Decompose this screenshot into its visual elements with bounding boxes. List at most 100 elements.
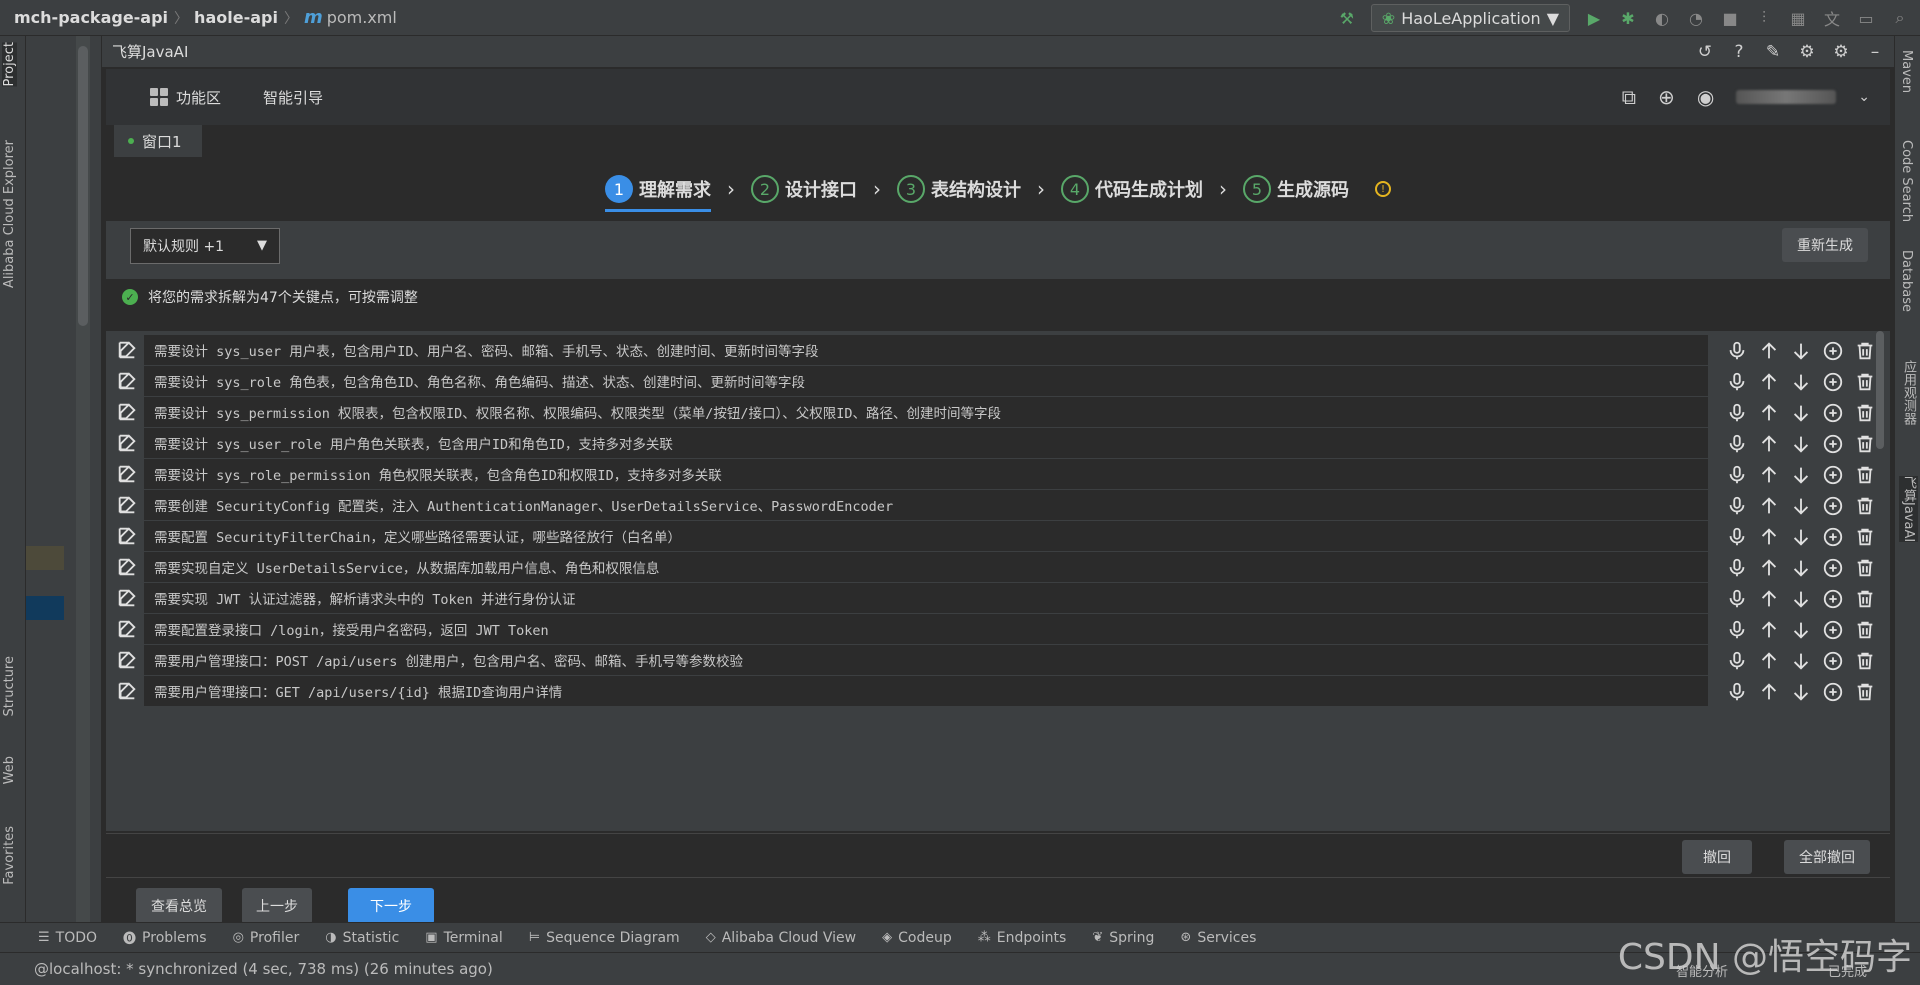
breadcrumb-project[interactable]: mch-package-api: [14, 8, 168, 27]
trash-icon[interactable]: [1852, 648, 1878, 674]
add-circle-icon[interactable]: [1820, 617, 1846, 643]
trash-icon[interactable]: [1852, 555, 1878, 581]
tool-tab-app-observer[interactable]: 应用观测器: [1899, 360, 1918, 425]
tool-tab-favorites[interactable]: Favorites: [2, 826, 17, 885]
edit-icon[interactable]: ✎: [1762, 41, 1784, 63]
trash-icon[interactable]: [1852, 338, 1878, 364]
move-down-icon[interactable]: [1788, 617, 1814, 643]
trash-icon[interactable]: [1852, 586, 1878, 612]
requirement-text[interactable]: 需要设计 sys_role_permission 角色权限关联表，包含角色ID和…: [144, 459, 1708, 489]
new-window-icon[interactable]: ⧉: [1622, 85, 1636, 109]
requirement-text[interactable]: 需要用户管理接口：POST /api/users 创建用户，包含用户名、密码、邮…: [144, 645, 1708, 675]
scrollbar-thumb[interactable]: [78, 46, 88, 326]
add-circle-icon[interactable]: [1820, 555, 1846, 581]
breadcrumb-file[interactable]: m pom.xml: [304, 7, 397, 28]
trash-icon[interactable]: [1852, 493, 1878, 519]
user-avatar-icon[interactable]: ◉: [1697, 85, 1714, 109]
tool-window-codeup[interactable]: ◈ Codeup: [882, 930, 952, 946]
move-up-icon[interactable]: [1756, 462, 1782, 488]
tool-window-problems[interactable]: ⓿ Problems: [123, 928, 207, 948]
edit-icon[interactable]: [116, 401, 138, 423]
microphone-icon[interactable]: [1724, 648, 1750, 674]
trash-icon[interactable]: [1852, 524, 1878, 550]
list-scrollbar[interactable]: [1876, 331, 1884, 831]
rule-selector[interactable]: 默认规则 +1 ▼: [130, 228, 280, 264]
tool-window-statistic[interactable]: ◑ Statistic: [325, 930, 399, 946]
regenerate-button[interactable]: 重新生成: [1782, 228, 1868, 262]
tool-tab-database[interactable]: Database: [1899, 250, 1914, 312]
info-icon[interactable]: !: [1375, 181, 1391, 197]
microphone-icon[interactable]: [1724, 617, 1750, 643]
add-circle-icon[interactable]: [1820, 586, 1846, 612]
move-down-icon[interactable]: [1788, 493, 1814, 519]
trash-icon[interactable]: [1852, 431, 1878, 457]
edit-icon[interactable]: [116, 339, 138, 361]
move-down-icon[interactable]: [1788, 679, 1814, 705]
edit-icon[interactable]: [116, 494, 138, 516]
microphone-icon[interactable]: [1724, 679, 1750, 705]
guide-tab[interactable]: 智能引导: [263, 87, 323, 108]
move-up-icon[interactable]: [1756, 524, 1782, 550]
run-config-selector[interactable]: ❀ HaoLeApplication ▼: [1370, 4, 1570, 32]
layout-icon[interactable]: ▭: [1856, 8, 1876, 28]
move-up-icon[interactable]: [1756, 369, 1782, 395]
build-hammer-icon[interactable]: ⚒: [1337, 8, 1357, 28]
move-up-icon[interactable]: [1756, 400, 1782, 426]
requirement-text[interactable]: 需要创建 SecurityConfig 配置类，注入 Authenticatio…: [144, 490, 1708, 520]
move-down-icon[interactable]: [1788, 400, 1814, 426]
move-down-icon[interactable]: [1788, 555, 1814, 581]
tool-tab-maven[interactable]: Maven: [1899, 50, 1914, 93]
tool-tab-structure[interactable]: Structure: [2, 656, 17, 716]
window-tab-1[interactable]: 窗口1: [114, 125, 202, 157]
edit-icon[interactable]: [116, 463, 138, 485]
undo-all-button[interactable]: 全部撤回: [1784, 840, 1870, 874]
trash-icon[interactable]: [1852, 617, 1878, 643]
settings-icon[interactable]: ⚙: [1796, 41, 1818, 63]
microphone-icon[interactable]: [1724, 338, 1750, 364]
translate-icon[interactable]: 文: [1822, 8, 1842, 29]
step-understand[interactable]: 1 理解需求: [605, 166, 711, 212]
run-icon[interactable]: ▶: [1584, 8, 1604, 28]
tool-tab-code-search[interactable]: Code Search: [1899, 140, 1914, 222]
microphone-icon[interactable]: [1724, 555, 1750, 581]
add-circle-icon[interactable]: [1820, 338, 1846, 364]
tool-window-alibaba-cloud-view[interactable]: ◇ Alibaba Cloud View: [706, 930, 856, 946]
tool-tab-feisuan-javaai[interactable]: 飞算JavaAI: [1899, 476, 1918, 543]
edit-icon[interactable]: [116, 556, 138, 578]
edit-icon[interactable]: [116, 680, 138, 702]
move-up-icon[interactable]: [1756, 555, 1782, 581]
add-circle-icon[interactable]: [1820, 679, 1846, 705]
requirement-text[interactable]: 需要配置 SecurityFilterChain，定义哪些路径需要认证，哪些路径…: [144, 521, 1708, 551]
tool-window-endpoints[interactable]: ⁂ Endpoints: [978, 930, 1067, 946]
history-icon[interactable]: ↺: [1694, 41, 1716, 63]
edit-icon[interactable]: [116, 587, 138, 609]
trash-icon[interactable]: [1852, 462, 1878, 488]
prev-button[interactable]: 上一步: [242, 888, 312, 924]
move-up-icon[interactable]: [1756, 586, 1782, 612]
trash-icon[interactable]: [1852, 400, 1878, 426]
tool-tab-project[interactable]: Project: [2, 42, 17, 87]
add-circle-icon[interactable]: [1820, 524, 1846, 550]
microphone-icon[interactable]: [1724, 462, 1750, 488]
tool-window-todo[interactable]: ☰ TODO: [38, 930, 97, 946]
microphone-icon[interactable]: [1724, 369, 1750, 395]
attach-icon[interactable]: ⫶: [1754, 8, 1774, 28]
search-icon[interactable]: ⌕: [1890, 8, 1910, 28]
move-up-icon[interactable]: [1756, 431, 1782, 457]
step-table-design[interactable]: 3 表结构设计: [897, 166, 1021, 212]
stop-icon[interactable]: ■: [1720, 8, 1740, 28]
edit-icon[interactable]: [116, 525, 138, 547]
microphone-icon[interactable]: [1724, 586, 1750, 612]
project-structure-icon[interactable]: ▦: [1788, 8, 1808, 28]
debug-icon[interactable]: ✱: [1618, 8, 1638, 28]
move-up-icon[interactable]: [1756, 617, 1782, 643]
help-icon[interactable]: ?: [1728, 41, 1750, 63]
tool-tab-alibaba-cloud-explorer[interactable]: Alibaba Cloud Explorer: [2, 140, 17, 288]
move-down-icon[interactable]: [1788, 648, 1814, 674]
project-scrollbar[interactable]: [76, 36, 90, 922]
gear-icon[interactable]: ⚙: [1830, 41, 1852, 63]
tool-window-services[interactable]: ⊛ Services: [1180, 930, 1256, 946]
requirement-text[interactable]: 需要实现 JWT 认证过滤器，解析请求头中的 Token 并进行身份认证: [144, 583, 1708, 613]
requirement-text[interactable]: 需要设计 sys_permission 权限表，包含权限ID、权限名称、权限编码…: [144, 397, 1708, 427]
tool-window-terminal[interactable]: ▣ Terminal: [425, 930, 502, 946]
